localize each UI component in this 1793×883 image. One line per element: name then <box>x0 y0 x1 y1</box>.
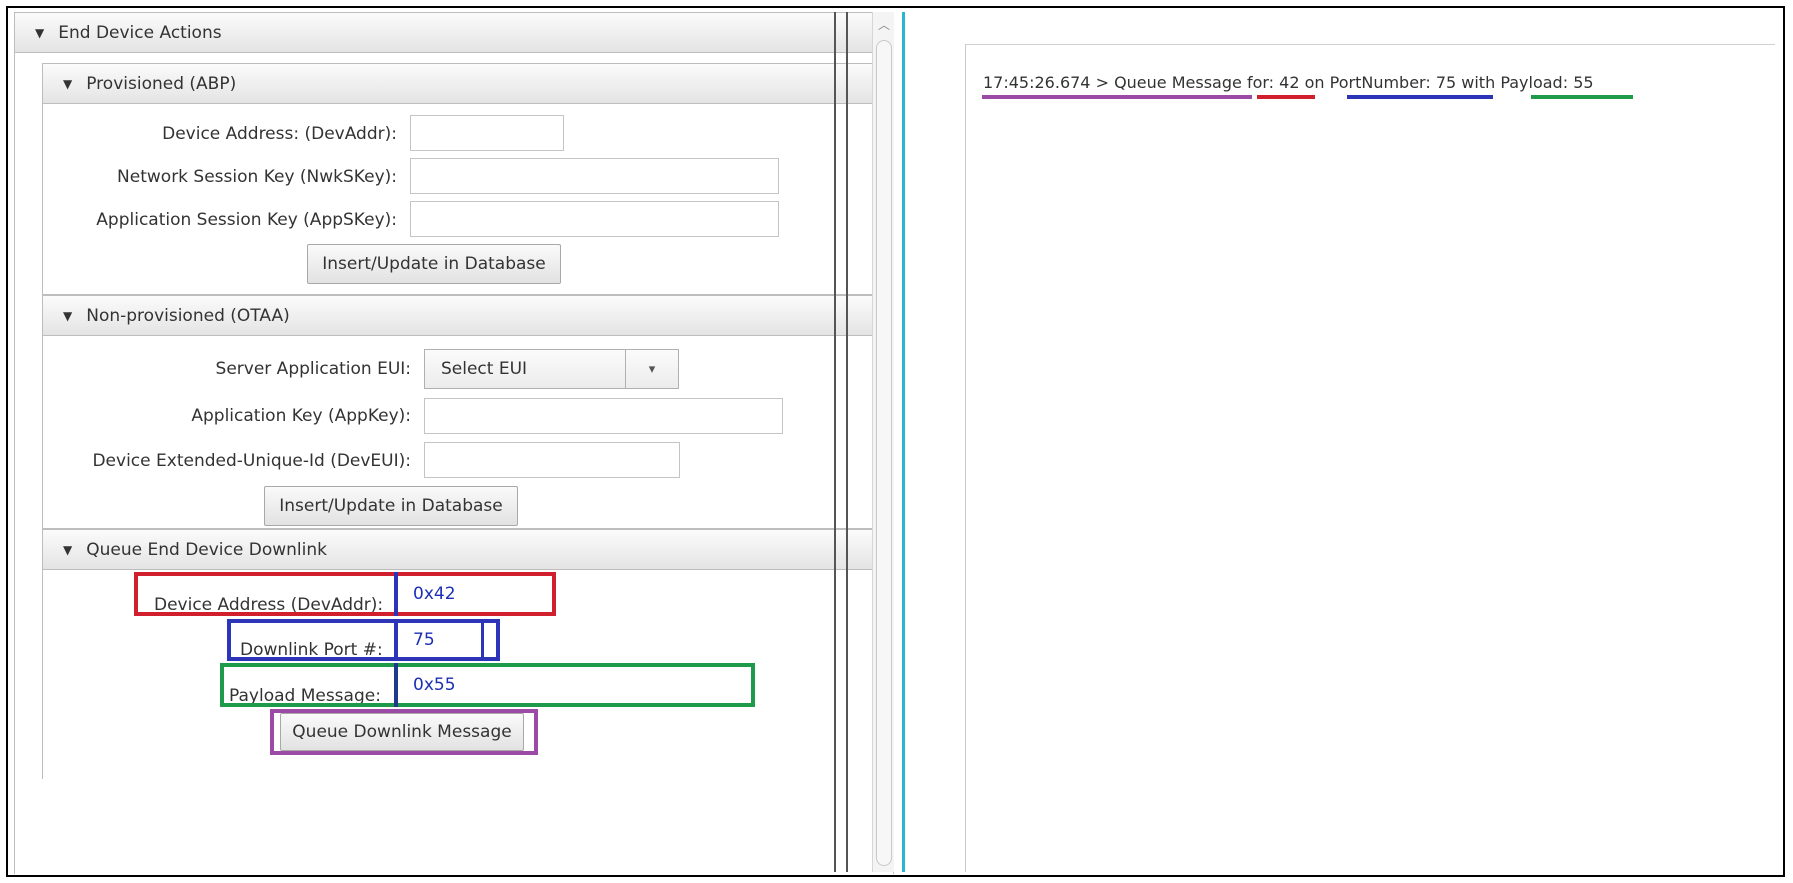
abp-section: ▼ Provisioned (ABP) Device Address: (Dev… <box>42 63 885 295</box>
highlight-dev-addr-divider <box>394 572 398 616</box>
underline-port <box>1347 95 1493 99</box>
abp-header[interactable]: ▼ Provisioned (ABP) <box>43 64 884 104</box>
otaa-app-eui-label: Server Application EUI: <box>215 359 411 379</box>
log-line: 17:45:26.674 > Queue Message for: 42 on … <box>983 73 1594 92</box>
underline-timestamp <box>982 95 1252 99</box>
highlight-port <box>227 619 500 661</box>
abp-app-skey-field[interactable] <box>410 201 779 237</box>
otaa-app-eui-select[interactable]: Select EUI ▾ <box>424 349 679 389</box>
log-panel: 17:45:26.674 > Queue Message for: 42 on … <box>965 44 1775 872</box>
left-panel-scrollbar[interactable]: ︿ <box>872 12 894 872</box>
chevron-up-icon[interactable]: ︿ <box>878 16 890 33</box>
abp-nwk-skey-field[interactable] <box>410 158 779 194</box>
scrollbar-thumb[interactable] <box>876 40 892 866</box>
log-payload: Payload: 55 <box>1500 73 1594 92</box>
collapse-icon: ▼ <box>63 76 73 91</box>
downlink-title: Queue End Device Downlink <box>86 539 327 560</box>
abp-insert-update-button[interactable]: Insert/Update in Database <box>307 244 561 284</box>
collapse-icon: ▼ <box>35 25 45 40</box>
caret-down-icon[interactable]: ▾ <box>625 350 678 388</box>
collapse-icon: ▼ <box>63 542 73 557</box>
highlight-payload-divider <box>394 663 398 707</box>
otaa-dev-eui-field[interactable] <box>424 442 680 478</box>
splitter-line-left[interactable] <box>834 12 836 872</box>
abp-nwk-skey-label: Network Session Key (NwkSKey): <box>117 167 397 187</box>
highlight-dev-addr <box>134 572 556 616</box>
otaa-insert-update-button[interactable]: Insert/Update in Database <box>264 486 518 526</box>
end-device-actions-header[interactable]: ▼ End Device Actions <box>15 13 893 53</box>
otaa-app-key-field[interactable] <box>424 398 783 434</box>
abp-dev-addr-label: Device Address: (DevAddr): <box>162 124 397 144</box>
abp-app-skey-label: Application Session Key (AppSKey): <box>96 210 397 230</box>
collapse-icon: ▼ <box>63 308 73 323</box>
otaa-app-eui-selected: Select EUI <box>441 359 528 379</box>
highlight-port-divider-right <box>481 619 484 661</box>
downlink-header[interactable]: ▼ Queue End Device Downlink <box>43 530 884 570</box>
end-device-actions-title: End Device Actions <box>58 22 222 43</box>
panel-divider <box>902 12 905 872</box>
abp-title: Provisioned (ABP) <box>86 73 237 94</box>
splitter-line-right[interactable] <box>846 12 848 872</box>
otaa-section: ▼ Non-provisioned (OTAA) Server Applicat… <box>42 295 885 529</box>
otaa-title: Non-provisioned (OTAA) <box>86 305 290 326</box>
otaa-app-key-label: Application Key (AppKey): <box>191 406 411 426</box>
highlight-payload <box>220 663 755 707</box>
log-for: for: 42 <box>1246 73 1300 92</box>
underline-for <box>1257 95 1315 99</box>
otaa-header[interactable]: ▼ Non-provisioned (OTAA) <box>43 296 884 336</box>
log-timestamp: 17:45:26.674 > Queue Message <box>983 73 1242 92</box>
log-port: PortNumber: 75 <box>1329 73 1457 92</box>
log-on: on <box>1304 73 1325 92</box>
abp-dev-addr-field[interactable] <box>410 115 564 151</box>
log-with: with <box>1461 73 1496 92</box>
highlight-queue-button <box>270 709 538 755</box>
otaa-dev-eui-label: Device Extended-Unique-Id (DevEUI): <box>92 451 411 471</box>
underline-payload <box>1531 95 1633 99</box>
highlight-port-divider <box>394 619 398 661</box>
